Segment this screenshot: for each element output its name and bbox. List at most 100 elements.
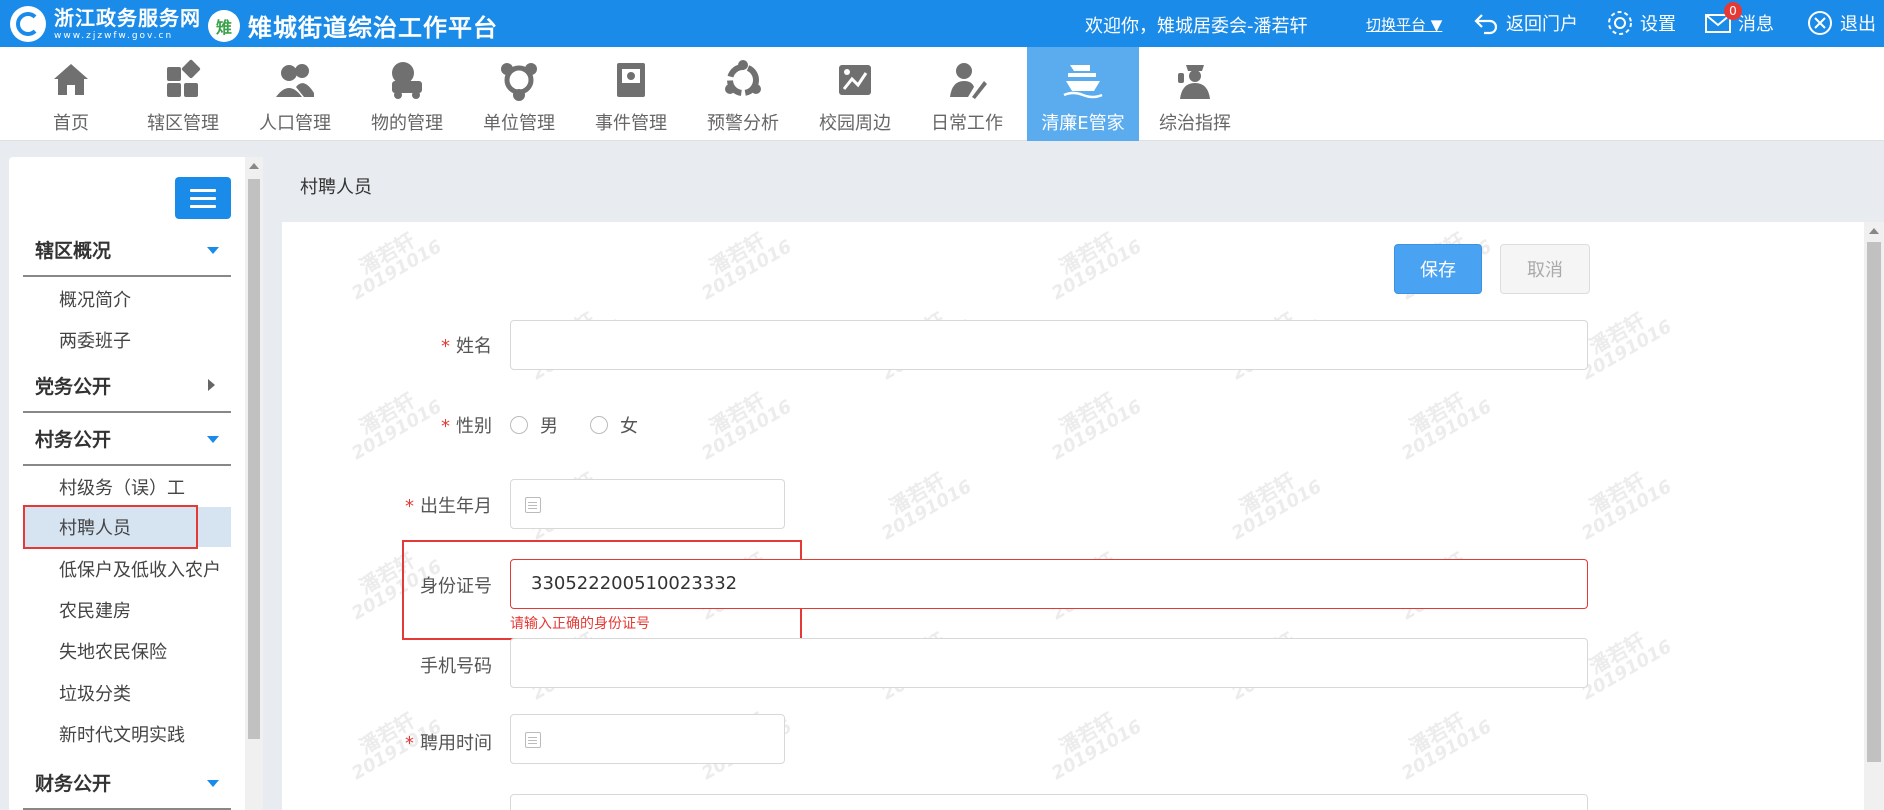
required-mark: * <box>405 733 414 754</box>
sidebar-item-village-work[interactable]: 村级务（误）工 <box>23 467 231 507</box>
required-mark: * <box>405 496 414 517</box>
messages-label: 消息 <box>1738 14 1774 35</box>
id-field-label: 身份证号 <box>282 572 492 598</box>
cancel-button[interactable]: 取消 <box>1500 244 1590 294</box>
messages-button[interactable]: 0 消息 <box>1704 2 1774 38</box>
sidebar-item-label: 低保户及低收入农户 <box>59 560 221 581</box>
caret-right-icon <box>208 379 215 391</box>
scroll-up-arrow-icon[interactable] <box>1869 228 1879 234</box>
platform-logo-icon: 雉 <box>208 9 240 42</box>
truck-icon <box>392 62 422 99</box>
people-icon <box>276 64 314 97</box>
watermark: 潘若轩20191016 <box>1398 707 1496 785</box>
sidebar-section-village-affairs[interactable]: 村务公开 <box>23 412 231 466</box>
calendar-icon <box>525 732 541 748</box>
save-button[interactable]: 保存 <box>1394 244 1482 294</box>
section-title: 党务公开 <box>35 375 112 398</box>
nav-item-objects[interactable]: 物的管理 <box>351 47 463 141</box>
id-number-value: 330522200510023332 <box>531 573 738 594</box>
phone-input[interactable] <box>510 638 1588 688</box>
nav-label: 单位管理 <box>483 113 555 134</box>
zjzwfw-logo[interactable]: 浙江政务服务网 www.zjzwfw.gov.cn <box>10 5 201 43</box>
sidebar-item-label: 村级务（误）工 <box>59 478 185 499</box>
hire-date-picker[interactable] <box>510 714 785 764</box>
radio-button[interactable] <box>590 416 608 434</box>
sidebar-item-label: 概况简介 <box>59 290 131 311</box>
hire-field-label: * 聘用时间 <box>282 729 492 755</box>
breadcrumb: 村聘人员 <box>300 177 372 198</box>
watermark: 潘若轩20191016 <box>1578 467 1676 545</box>
nav-item-population[interactable]: 人口管理 <box>239 47 351 141</box>
sidebar-item-land-insurance[interactable]: 失地农民保险 <box>23 631 231 671</box>
nav-item-warning[interactable]: 预警分析 <box>687 47 799 141</box>
nav-label: 人口管理 <box>259 113 331 134</box>
top-bar: 浙江政务服务网 www.zjzwfw.gov.cn 雉 雉城街道综治工作平台 欢… <box>0 0 1884 47</box>
sidebar-item-label: 农民建房 <box>59 601 131 622</box>
nav-label: 辖区管理 <box>147 113 219 134</box>
section-title: 村务公开 <box>35 428 112 451</box>
sidebar-item-label: 新时代文明实践 <box>59 725 185 746</box>
watermark: 潘若轩20191016 <box>348 227 446 305</box>
sidebar-item-label: 垃圾分类 <box>59 684 131 705</box>
sidebar-item-civilization-practice[interactable]: 新时代文明实践 <box>23 714 231 754</box>
nav-item-daily-work[interactable]: 日常工作 <box>911 47 1023 141</box>
sidebar-section-finance[interactable]: 财务公开 <box>23 756 231 810</box>
sidebar-item-garbage-sorting[interactable]: 垃圾分类 <box>23 673 231 713</box>
id-number-input[interactable]: 330522200510023332 <box>510 559 1588 609</box>
gender-option-female[interactable]: 女 <box>590 412 638 438</box>
scroll-up-arrow-icon[interactable] <box>249 163 259 169</box>
nav-item-campus[interactable]: 校园周边 <box>799 47 911 141</box>
logo-url: www.zjzwfw.gov.cn <box>54 30 174 41</box>
sidebar-section-district-overview[interactable]: 辖区概况 <box>23 223 231 277</box>
nav-item-district[interactable]: 辖区管理 <box>127 47 239 141</box>
nav-item-events[interactable]: 事件管理 <box>575 47 687 141</box>
logout-button[interactable]: 退出 <box>1806 8 1876 38</box>
nav-item-units[interactable]: 单位管理 <box>463 47 575 141</box>
radio-button[interactable] <box>510 416 528 434</box>
nav-item-integrity[interactable]: 清廉E管家 <box>1027 47 1139 141</box>
watermark: 潘若轩20191016 <box>1048 707 1146 785</box>
nav-item-home[interactable]: 首页 <box>15 47 127 141</box>
sidebar-item-overview-intro[interactable]: 概况简介 <box>23 279 231 319</box>
birth-field-label: * 出生年月 <box>282 492 492 518</box>
selection-highlight-box <box>23 505 198 549</box>
sidebar-item-label: 失地农民保险 <box>59 642 167 663</box>
name-label-text: 姓名 <box>456 336 492 357</box>
settings-label: 设置 <box>1640 14 1676 35</box>
watermark: 潘若轩20191016 <box>878 467 976 545</box>
id-error-message: 请输入正确的身份证号 <box>510 616 650 632</box>
settings-button[interactable]: 设置 <box>1606 8 1676 38</box>
phone-label-text: 手机号码 <box>420 656 492 677</box>
return-portal-button[interactable]: 返回门户 <box>1472 8 1578 38</box>
birth-date-picker[interactable] <box>510 479 785 529</box>
radio-label: 男 <box>540 416 558 437</box>
grid-icon <box>167 59 201 97</box>
next-field-input[interactable] <box>510 794 1588 810</box>
required-mark: * <box>441 416 450 437</box>
close-circle-icon <box>1808 11 1832 35</box>
nav-item-command[interactable]: 综治指挥 <box>1139 47 1251 141</box>
content-scroll-thumb[interactable] <box>1867 242 1881 762</box>
caret-down-icon <box>207 780 219 787</box>
nav-label: 清廉E管家 <box>1041 113 1125 134</box>
platform-title: 雉城街道综治工作平台 <box>248 14 498 42</box>
birth-label-text: 出生年月 <box>420 496 492 517</box>
nav-label: 日常工作 <box>931 113 1003 134</box>
watermark: 潘若轩20191016 <box>1048 387 1146 465</box>
watermark: 潘若轩20191016 <box>698 227 796 305</box>
sidebar-item-farmer-housing[interactable]: 农民建房 <box>23 590 231 630</box>
menu-toggle-button[interactable] <box>175 177 231 219</box>
gender-option-male[interactable]: 男 <box>510 412 558 438</box>
sidebar-section-party-affairs[interactable]: 党务公开 <box>23 359 231 413</box>
zjzwfw-logo-icon <box>10 6 46 42</box>
switch-platform-link[interactable]: 切换平台 ▼ <box>1366 14 1442 35</box>
ship-icon <box>1063 65 1103 99</box>
sidebar-scrollbar[interactable] <box>245 157 263 810</box>
home-icon <box>54 64 88 95</box>
sidebar-item-two-committees[interactable]: 两委班子 <box>23 320 231 360</box>
sidebar-item-low-income[interactable]: 低保户及低收入农户 <box>23 549 231 589</box>
sidebar-scroll-thumb[interactable] <box>248 179 260 739</box>
platform-brand: 雉 雉城街道综治工作平台 <box>208 8 498 43</box>
name-input[interactable] <box>510 320 1588 370</box>
content-scrollbar[interactable] <box>1864 222 1884 810</box>
